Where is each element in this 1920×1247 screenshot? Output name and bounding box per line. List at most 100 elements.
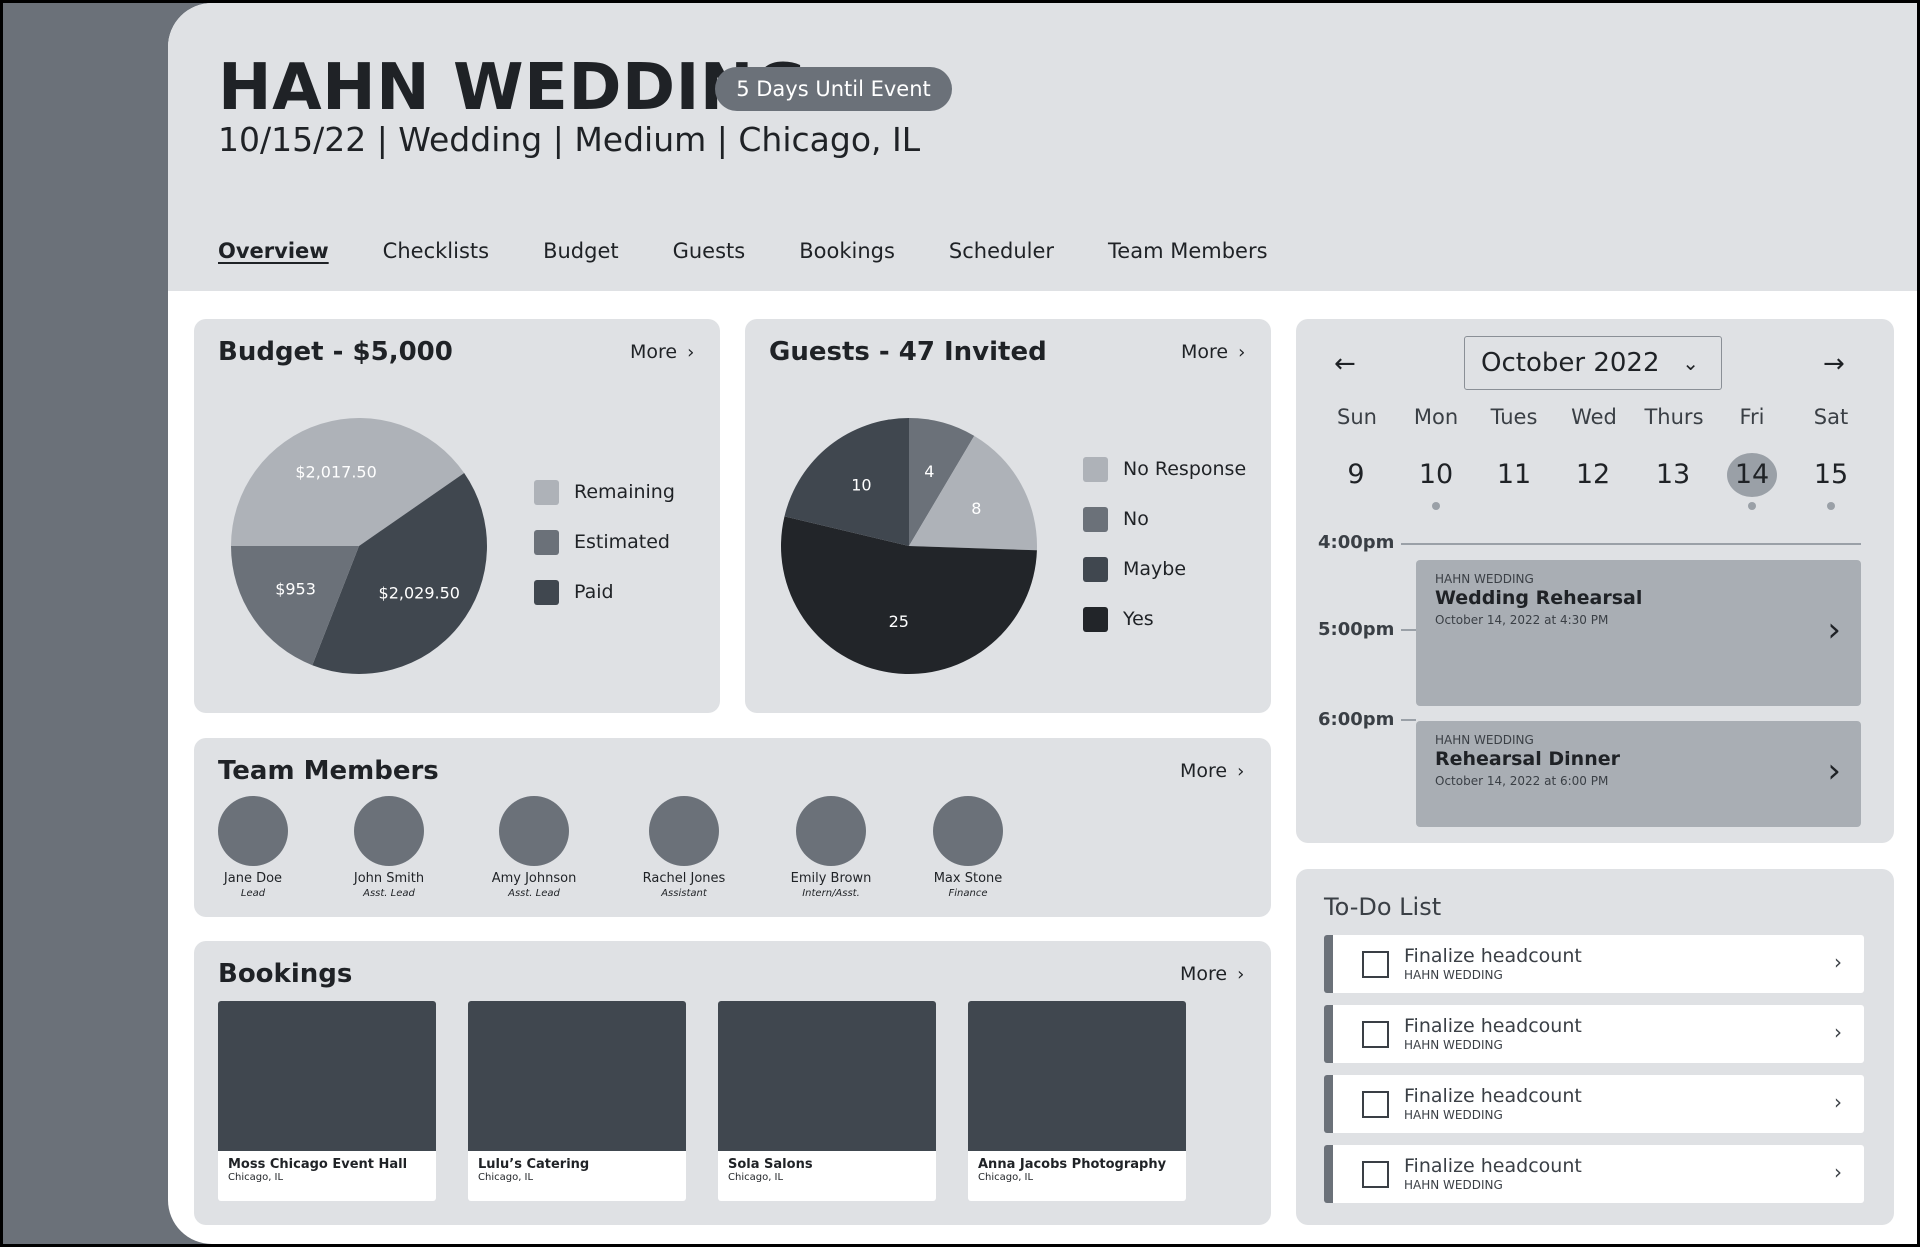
- team-member[interactable]: Emily Brown Intern/Asst.: [771, 796, 891, 899]
- guests-title: Guests - 47 Invited: [769, 337, 1047, 367]
- tab-checklists[interactable]: Checklists: [383, 239, 489, 269]
- team-title: Team Members: [218, 756, 439, 786]
- todo-item[interactable]: Finalize headcount HAHN WEDDING ›: [1324, 1005, 1864, 1063]
- time-divider: [1401, 719, 1416, 721]
- legend-item-estimated: Estimated: [534, 529, 675, 555]
- member-name: Max Stone: [933, 871, 1003, 886]
- time-divider: [1401, 543, 1861, 545]
- tab-team-members[interactable]: Team Members: [1108, 239, 1268, 269]
- arrow-right-icon[interactable]: →: [1823, 349, 1845, 379]
- pie-data-label: 4: [924, 462, 934, 481]
- team-member[interactable]: Rachel Jones Assistant: [624, 796, 744, 899]
- tab-overview[interactable]: Overview: [218, 239, 329, 269]
- team-member-list: Jane Doe Lead John Smith Asst. Lead Amy Jo…: [218, 796, 1003, 906]
- booking-name: Sola Salons: [728, 1157, 813, 1172]
- todo-text: Finalize headcount: [1404, 1085, 1582, 1107]
- member-role: Lead: [240, 888, 266, 899]
- member-role: Finance: [948, 888, 988, 899]
- calendar-event[interactable]: HAHN WEDDING Rehearsal Dinner October 14…: [1416, 721, 1861, 827]
- event-dashboard: HAHN WEDDING 5 Days Until Event 10/15/22…: [168, 3, 1917, 1244]
- month-label: October: [1481, 348, 1586, 378]
- todo-client: HAHN WEDDING: [1404, 1108, 1503, 1122]
- chevron-right-icon: ›: [1827, 610, 1841, 650]
- swatch-paid: [534, 579, 559, 605]
- todo-card: To-Do List Finalize headcount HAHN WEDDI…: [1296, 869, 1894, 1225]
- chevron-right-icon: ›: [687, 342, 695, 363]
- todo-client: HAHN WEDDING: [1404, 1178, 1503, 1192]
- team-member[interactable]: Jane Doe Lead: [193, 796, 313, 899]
- swatch-maybe: [1083, 556, 1108, 582]
- event-indicator-dot: [1432, 502, 1440, 510]
- legend-label: Paid: [574, 581, 614, 603]
- budget-title: Budget - $5,000: [218, 337, 453, 367]
- member-name: Amy Johnson: [491, 871, 577, 886]
- calendar-day[interactable]: 9: [1331, 453, 1381, 497]
- avatar: [796, 796, 866, 866]
- calendar-day[interactable]: 15: [1806, 453, 1856, 497]
- weekday-label: Thurs: [1644, 405, 1704, 429]
- chevron-right-icon: ›: [1834, 1160, 1842, 1184]
- member-name: Jane Doe: [223, 871, 283, 886]
- calendar-day[interactable]: 11: [1489, 453, 1539, 497]
- budget-pie-chart: $2,017.50 $2,029.50 $953: [231, 418, 487, 674]
- guests-more-link[interactable]: More ›: [1181, 341, 1245, 363]
- month-select[interactable]: October 2022 ⌄: [1464, 336, 1722, 390]
- booking-card[interactable]: Lulu’s Catering Chicago, IL: [468, 1001, 686, 1201]
- event-indicator-dot: [1748, 502, 1756, 510]
- booking-location: Chicago, IL: [478, 1172, 534, 1183]
- calendar-day-selected[interactable]: 14: [1727, 453, 1777, 497]
- tab-scheduler[interactable]: Scheduler: [949, 239, 1054, 269]
- legend-label: No Response: [1123, 458, 1247, 480]
- chevron-right-icon: ›: [1238, 342, 1246, 363]
- calendar-card: ← October 2022 ⌄ → Sun Mon Tues Wed Thur…: [1296, 319, 1894, 843]
- pie-data-label: $953: [275, 579, 316, 598]
- team-members-card: Team Members More › Jane Doe Lead John Smi…: [194, 738, 1271, 917]
- legend-item-paid: Paid: [534, 579, 675, 605]
- todo-item[interactable]: Finalize headcount HAHN WEDDING ›: [1324, 935, 1864, 993]
- todo-item[interactable]: Finalize headcount HAHN WEDDING ›: [1324, 1075, 1864, 1133]
- booking-location: Chicago, IL: [728, 1172, 784, 1183]
- team-member[interactable]: John Smith Asst. Lead: [329, 796, 449, 899]
- team-more-link[interactable]: More ›: [1180, 760, 1244, 782]
- bookings-more-link[interactable]: More ›: [1180, 963, 1244, 985]
- budget-legend: Remaining Estimated Paid: [534, 479, 675, 629]
- weekday-label: Sat: [1813, 405, 1849, 429]
- legend-item-no-response: No Response: [1083, 456, 1246, 482]
- event-indicator-dot: [1827, 502, 1835, 510]
- tab-budget[interactable]: Budget: [543, 239, 619, 269]
- chevron-right-icon: ›: [1237, 761, 1245, 782]
- todo-checkbox[interactable]: [1362, 1091, 1389, 1118]
- booking-name: Anna Jacobs Photography: [978, 1157, 1167, 1172]
- event-details: 10/15/22 | Wedding | Medium | Chicago, I…: [218, 120, 921, 159]
- bookings-card: Bookings More › Moss Chicago Event Hall Ch…: [194, 941, 1271, 1225]
- legend-item-yes: Yes: [1083, 606, 1246, 632]
- chevron-right-icon: ›: [1834, 1020, 1842, 1044]
- todo-item[interactable]: Finalize headcount HAHN WEDDING ›: [1324, 1145, 1864, 1203]
- arrow-left-icon[interactable]: ←: [1334, 349, 1356, 379]
- chevron-right-icon: ›: [1237, 964, 1245, 985]
- time-divider: [1401, 629, 1416, 631]
- calendar-day[interactable]: 10: [1411, 453, 1461, 497]
- chevron-down-icon: ⌄: [1682, 351, 1699, 375]
- swatch-yes: [1083, 606, 1108, 632]
- legend-label: Yes: [1123, 608, 1154, 630]
- booking-card[interactable]: Anna Jacobs Photography Chicago, IL: [968, 1001, 1186, 1201]
- tab-bookings[interactable]: Bookings: [799, 239, 895, 269]
- calendar-event[interactable]: HAHN WEDDING Wedding Rehearsal October 1…: [1416, 560, 1861, 706]
- booking-card[interactable]: Moss Chicago Event Hall Chicago, IL: [218, 1001, 436, 1201]
- booking-location: Chicago, IL: [228, 1172, 284, 1183]
- budget-more-link[interactable]: More ›: [630, 341, 694, 363]
- calendar-day[interactable]: 13: [1648, 453, 1698, 497]
- tab-guests[interactable]: Guests: [673, 239, 746, 269]
- todo-checkbox[interactable]: [1362, 1161, 1389, 1188]
- booking-card[interactable]: Sola Salons Chicago, IL: [718, 1001, 936, 1201]
- team-member[interactable]: Max Stone Finance: [908, 796, 1028, 899]
- avatar: [218, 796, 288, 866]
- guests-pie-chart: 4 8 25 10: [781, 418, 1037, 674]
- member-name: John Smith: [353, 871, 425, 886]
- todo-client: HAHN WEDDING: [1404, 1038, 1503, 1052]
- todo-checkbox[interactable]: [1362, 1021, 1389, 1048]
- todo-checkbox[interactable]: [1362, 951, 1389, 978]
- team-member[interactable]: Amy Johnson Asst. Lead: [474, 796, 594, 899]
- calendar-day[interactable]: 12: [1568, 453, 1618, 497]
